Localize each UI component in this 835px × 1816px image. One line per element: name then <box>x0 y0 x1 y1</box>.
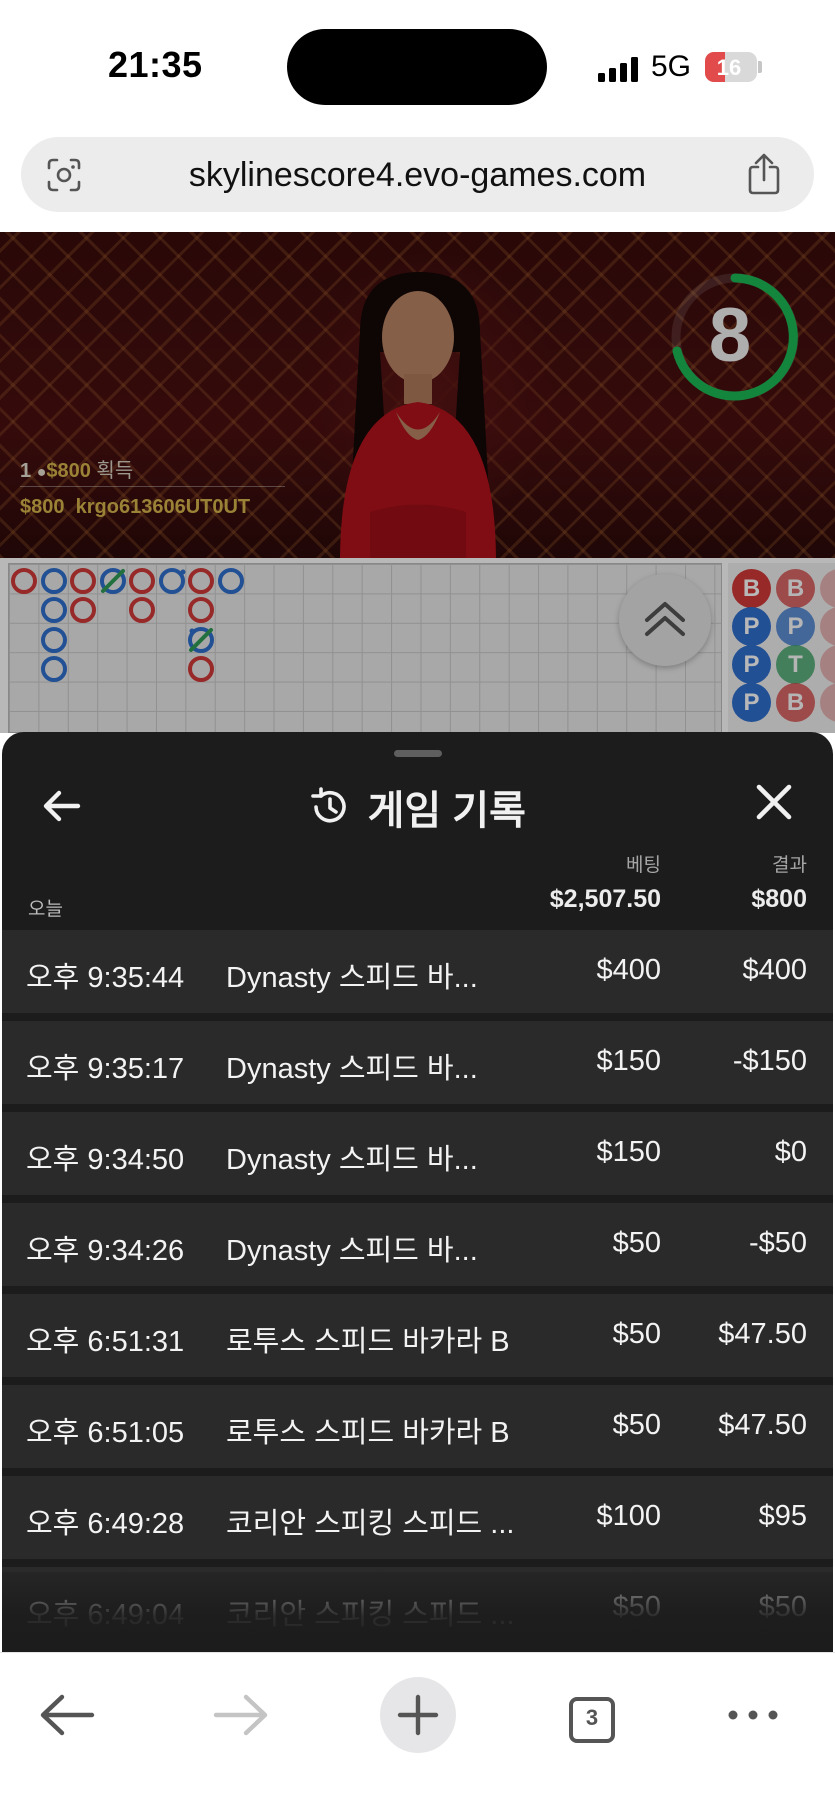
row-bet: $100 <box>596 1500 661 1532</box>
sheet-grabber[interactable] <box>394 750 442 757</box>
history-row[interactable]: 오후 9:34:26 Dynasty 스피드 바... $50 -$50 <box>2 1203 833 1286</box>
row-game-name: 로투스 스피드 바카라 B <box>226 1417 510 1449</box>
row-time: 오후 6:51:31 <box>26 1326 185 1358</box>
battery-percent: 16 <box>716 55 742 80</box>
row-game-name: 로투스 스피드 바카라 B <box>226 1326 510 1358</box>
row-game-name: Dynasty 스피드 바... <box>226 962 478 994</box>
history-list[interactable]: 오후 9:35:44 Dynasty 스피드 바... $400 $400 오후 9:3… <box>2 930 833 1652</box>
history-row[interactable]: 오후 9:34:50 Dynasty 스피드 바... $150 $0 <box>2 1112 833 1195</box>
row-time: 오후 6:51:05 <box>26 1417 185 1449</box>
row-result: $0 <box>774 1136 807 1168</box>
row-time: 오후 9:34:50 <box>26 1144 185 1176</box>
list-fade <box>2 1572 833 1652</box>
row-time: 오후 6:49:28 <box>26 1508 185 1540</box>
row-bet: $50 <box>612 1227 661 1259</box>
network-label: 5G <box>651 50 692 83</box>
result-column-header: 결과 <box>772 855 807 876</box>
row-bet: $50 <box>612 1318 661 1350</box>
plus-icon <box>397 1694 439 1736</box>
url-text[interactable]: skylinescore4.evo-games.com <box>21 156 814 195</box>
history-row[interactable]: 오후 6:51:05 로투스 스피드 바카라 B $50 $47.50 <box>2 1385 833 1468</box>
row-game-name: 코리안 스피킹 스피드 ... <box>226 1508 515 1540</box>
history-icon <box>311 787 346 823</box>
history-row[interactable]: 오후 9:35:44 Dynasty 스피드 바... $400 $400 <box>2 930 833 1013</box>
row-bet: $150 <box>596 1136 661 1168</box>
close-icon[interactable] <box>754 782 794 822</box>
row-bet: $50 <box>612 1409 661 1441</box>
game-history-sheet: 게임 기록 베팅 결과 오늘 $2,507.50 $800 오후 9:35:44… <box>2 732 833 1652</box>
row-time: 오후 9:34:26 <box>26 1235 185 1267</box>
sheet-title: 게임 기록 <box>367 789 526 833</box>
battery-icon: 16 <box>705 52 757 82</box>
row-time: 오후 9:35:44 <box>26 962 185 994</box>
forward-arrow-icon[interactable] <box>202 1679 282 1751</box>
row-result: $47.50 <box>718 1409 807 1441</box>
bet-total: $2,507.50 <box>549 885 661 913</box>
new-tab-button[interactable] <box>380 1677 456 1753</box>
history-row[interactable]: 오후 9:35:17 Dynasty 스피드 바... $150 -$150 <box>2 1021 833 1104</box>
tab-count[interactable]: 3 <box>569 1705 615 1731</box>
row-time: 오후 9:35:17 <box>26 1053 185 1085</box>
sheet-header: 게임 기록 <box>2 778 833 836</box>
row-game-name: Dynasty 스피드 바... <box>226 1144 478 1176</box>
row-result: -$50 <box>748 1227 807 1259</box>
status-bar: 21:35 5G 16 <box>0 0 835 130</box>
result-total: $800 <box>751 885 807 913</box>
row-result: $95 <box>758 1500 807 1532</box>
row-result: $400 <box>742 954 807 986</box>
back-arrow-icon[interactable] <box>26 1679 106 1751</box>
row-result: -$150 <box>732 1045 807 1077</box>
row-game-name: Dynasty 스피드 바... <box>226 1053 478 1085</box>
history-row[interactable]: 오후 6:51:31 로투스 스피드 바카라 B $50 $47.50 <box>2 1294 833 1377</box>
dim-overlay <box>0 232 835 733</box>
status-time: 21:35 <box>108 44 203 85</box>
row-result: $47.50 <box>718 1318 807 1350</box>
more-icon[interactable] <box>713 1679 793 1751</box>
signal-icon <box>598 56 640 82</box>
share-icon[interactable] <box>745 153 783 195</box>
browser-toolbar: 3 <box>0 1652 835 1816</box>
address-bar[interactable]: skylinescore4.evo-games.com <box>21 137 814 212</box>
dynamic-island <box>287 29 547 105</box>
row-bet: $400 <box>596 954 661 986</box>
history-row[interactable]: 오후 6:49:28 코리안 스피킹 스피드 ... $100 $95 <box>2 1476 833 1559</box>
battery-cap <box>758 61 762 73</box>
row-bet: $150 <box>596 1045 661 1077</box>
date-group-label: 오늘 <box>28 899 63 920</box>
row-game-name: Dynasty 스피드 바... <box>226 1235 478 1267</box>
bet-column-header: 베팅 <box>626 855 661 876</box>
